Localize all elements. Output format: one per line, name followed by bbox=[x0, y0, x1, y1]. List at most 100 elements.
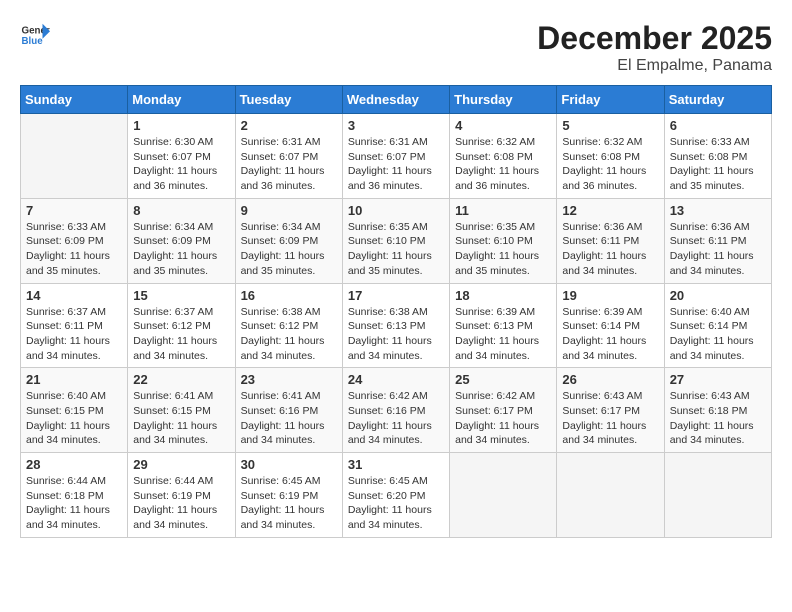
daylight-minutes: and 36 minutes. bbox=[562, 180, 637, 192]
daylight-hours: Daylight: 11 hours bbox=[455, 420, 539, 432]
sunset-text: Sunset: 6:10 PM bbox=[455, 235, 533, 247]
sunset-text: Sunset: 6:17 PM bbox=[455, 405, 533, 417]
sunset-text: Sunset: 6:20 PM bbox=[348, 490, 426, 502]
daylight-hours: Daylight: 11 hours bbox=[241, 420, 325, 432]
calendar-cell: 23Sunrise: 6:41 AMSunset: 6:16 PMDayligh… bbox=[235, 368, 342, 453]
daylight-hours: Daylight: 11 hours bbox=[133, 504, 217, 516]
daylight-minutes: and 35 minutes. bbox=[241, 265, 316, 277]
calendar-cell: 4Sunrise: 6:32 AMSunset: 6:08 PMDaylight… bbox=[450, 114, 557, 199]
day-number: 5 bbox=[562, 118, 658, 133]
calendar-table: SundayMondayTuesdayWednesdayThursdayFrid… bbox=[20, 85, 772, 538]
page-subtitle: El Empalme, Panama bbox=[537, 57, 772, 75]
calendar-cell: 21Sunrise: 6:40 AMSunset: 6:15 PMDayligh… bbox=[21, 368, 128, 453]
cell-details: Sunrise: 6:44 AM Sunset: 6:19 PM Daylight:… bbox=[133, 474, 229, 533]
day-number: 19 bbox=[562, 288, 658, 303]
calendar-cell bbox=[450, 453, 557, 538]
sunset-text: Sunset: 6:16 PM bbox=[348, 405, 426, 417]
day-number: 6 bbox=[670, 118, 766, 133]
sunset-text: Sunset: 6:11 PM bbox=[26, 320, 103, 332]
daylight-hours: Daylight: 11 hours bbox=[455, 250, 539, 262]
cell-details: Sunrise: 6:37 AMSunset: 6:12 PMDaylight:… bbox=[133, 305, 229, 364]
calendar-cell: 9Sunrise: 6:34 AMSunset: 6:09 PMDaylight… bbox=[235, 198, 342, 283]
sunset-text: Sunset: 6:15 PM bbox=[133, 405, 211, 417]
cell-details: Sunrise: 6:34 AMSunset: 6:09 PMDaylight:… bbox=[133, 220, 229, 279]
calendar-cell: 26 Sunrise: 6:43 AMSunset: 6:17 PMDayligh… bbox=[557, 368, 664, 453]
sunset-text: Sunset: 6:19 PM bbox=[133, 490, 211, 502]
daylight-hours: Daylight: 11 hours bbox=[670, 250, 754, 262]
daylight-hours: Daylight: 11 hours bbox=[133, 335, 217, 347]
sunset-text: Sunset: 6:09 PM bbox=[241, 235, 319, 247]
daylight-minutes: and 35 minutes. bbox=[455, 265, 530, 277]
day-number: 24 bbox=[348, 372, 444, 387]
daylight-hours: Daylight: 11 hours bbox=[562, 250, 646, 262]
sunrise-text: Sunrise: 6:39 AM bbox=[562, 306, 642, 318]
sunset-text: Sunset: 6:07 PM bbox=[348, 151, 426, 163]
sunrise-text: Sunrise: 6:41 AM bbox=[133, 390, 213, 402]
sunset-text: Sunset: 6:15 PM bbox=[26, 405, 104, 417]
sunrise-text: Sunrise: 6:36 AM bbox=[670, 221, 750, 233]
calendar-cell bbox=[557, 453, 664, 538]
daylight-hours: Daylight: 11 hours bbox=[348, 165, 432, 177]
cell-details: Sunrise: 6:40 AMSunset: 6:14 PMDaylight:… bbox=[670, 305, 766, 364]
daylight-hours: Daylight: 11 hours bbox=[348, 420, 432, 432]
cell-details: Sunrise: 6:43 AMSunset: 6:17 PMDaylight:… bbox=[562, 389, 658, 448]
daylight-hours: Daylight: 11 hours bbox=[26, 504, 110, 516]
daylight-minutes: and 34 minutes. bbox=[133, 434, 208, 446]
calendar-week-3: 21Sunrise: 6:40 AMSunset: 6:15 PMDayligh… bbox=[21, 368, 772, 453]
day-number: 17 bbox=[348, 288, 444, 303]
day-number: 15 bbox=[133, 288, 229, 303]
daylight-minutes: and 36 minutes. bbox=[241, 180, 316, 192]
calendar-cell: 5 Sunrise: 6:32 AMSunset: 6:08 PMDaylight… bbox=[557, 114, 664, 199]
cell-details: Sunrise: 6:39 AMSunset: 6:13 PMDaylight:… bbox=[455, 305, 551, 364]
sunset-text: Sunset: 6:08 PM bbox=[670, 151, 748, 163]
day-number: 25 bbox=[455, 372, 551, 387]
sunrise-text: Sunrise: 6:44 AM bbox=[133, 475, 213, 487]
cell-details: Sunrise: 6:32 AMSunset: 6:08 PMDaylight:… bbox=[562, 135, 658, 194]
daylight-hours: Daylight: 11 hours bbox=[670, 420, 754, 432]
cell-details: Sunrise: 6:30 AMSunset: 6:07 PMDaylight:… bbox=[133, 135, 229, 194]
daylight-minutes: and 34 minutes. bbox=[26, 350, 101, 362]
cell-details: Sunrise: 6:35 AMSunset: 6:10 PMDaylight:… bbox=[348, 220, 444, 279]
daylight-minutes: and 34 minutes. bbox=[670, 434, 745, 446]
calendar-cell: 8Sunrise: 6:34 AMSunset: 6:09 PMDaylight… bbox=[128, 198, 235, 283]
day-number: 23 bbox=[241, 372, 337, 387]
sunset-text: Sunset: 6:07 PM bbox=[133, 151, 211, 163]
sunset-text: Sunset: 6:14 PM bbox=[670, 320, 748, 332]
daylight-minutes: and 34 minutes. bbox=[241, 350, 316, 362]
daylight-minutes: and 34 minutes. bbox=[241, 434, 316, 446]
cell-details: Sunrise: 6:45 AMSunset: 6:20 PMDaylight:… bbox=[348, 474, 444, 533]
page-header: General Blue December 2025 El Empalme, P… bbox=[20, 20, 772, 75]
daylight-minutes: and 34 minutes. bbox=[562, 350, 637, 362]
sunset-text: Sunset: 6:11 PM bbox=[562, 235, 639, 247]
sunrise-text: Sunrise: 6:37 AM bbox=[26, 306, 106, 318]
cell-details: Sunrise: 6:33 AMSunset: 6:09 PMDaylight:… bbox=[26, 220, 122, 279]
sunset-text: Sunset: 6:09 PM bbox=[26, 235, 104, 247]
calendar-cell: 13Sunrise: 6:36 AMSunset: 6:11 PMDayligh… bbox=[664, 198, 771, 283]
calendar-body: 1Sunrise: 6:30 AMSunset: 6:07 PMDaylight… bbox=[21, 114, 772, 538]
calendar-cell: 6Sunrise: 6:33 AMSunset: 6:08 PMDaylight… bbox=[664, 114, 771, 199]
sunrise-text: Sunrise: 6:38 AM bbox=[348, 306, 428, 318]
sunset-text: Sunset: 6:13 PM bbox=[348, 320, 426, 332]
daylight-hours: Daylight: 11 hours bbox=[562, 165, 646, 177]
day-number: 16 bbox=[241, 288, 337, 303]
day-number: 3 bbox=[348, 118, 444, 133]
calendar-cell: 11Sunrise: 6:35 AMSunset: 6:10 PMDayligh… bbox=[450, 198, 557, 283]
sunrise-text: Sunrise: 6:30 AM bbox=[133, 136, 213, 148]
day-number: 29 bbox=[133, 457, 229, 472]
daylight-hours: Daylight: 11 hours bbox=[241, 250, 325, 262]
sunset-text: Sunset: 6:19 PM bbox=[241, 490, 319, 502]
calendar-cell: 25 Sunrise: 6:42 AM Sunset: 6:17 PM Dayligh… bbox=[450, 368, 557, 453]
daylight-minutes: and 34 minutes. bbox=[562, 265, 637, 277]
day-number: 26 bbox=[562, 372, 658, 387]
sunset-text: Sunset: 6:09 PM bbox=[133, 235, 211, 247]
daylight-minutes: and 36 minutes. bbox=[133, 180, 208, 192]
sunrise-text: Sunrise: 6:42 AM bbox=[455, 390, 535, 402]
calendar-week-2: 14Sunrise: 6:37 AMSunset: 6:11 PMDayligh… bbox=[21, 283, 772, 368]
sunset-text: Sunset: 6:16 PM bbox=[241, 405, 319, 417]
calendar-cell: 19Sunrise: 6:39 AMSunset: 6:14 PMDayligh… bbox=[557, 283, 664, 368]
sunrise-text: Sunrise: 6:34 AM bbox=[241, 221, 321, 233]
calendar-header-row: SundayMondayTuesdayWednesdayThursdayFrid… bbox=[21, 86, 772, 114]
calendar-cell: 16Sunrise: 6:38 AMSunset: 6:12 PMDayligh… bbox=[235, 283, 342, 368]
sunset-text: Sunset: 6:18 PM bbox=[670, 405, 748, 417]
calendar-cell: 20Sunrise: 6:40 AMSunset: 6:14 PMDayligh… bbox=[664, 283, 771, 368]
